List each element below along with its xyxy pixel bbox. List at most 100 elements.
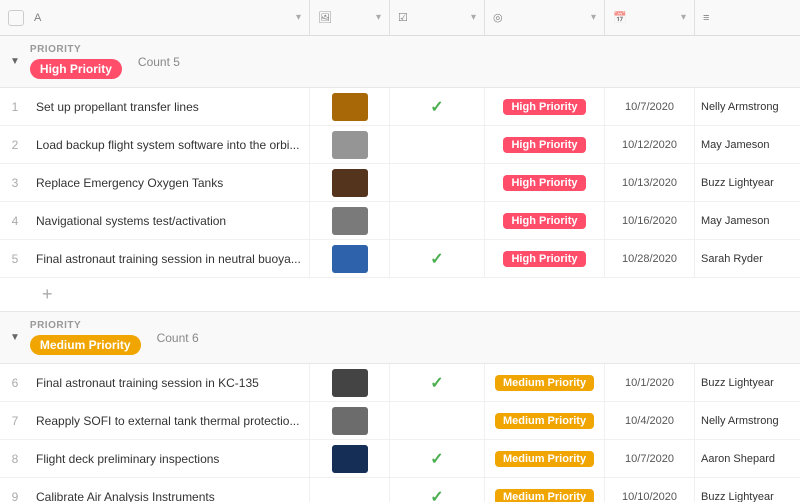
row-deadline: 10/12/2020 (605, 126, 695, 163)
row-priority: Medium Priority (485, 440, 605, 477)
header-deadline[interactable]: 📅 ▾ (605, 0, 695, 35)
row-number: 8 (0, 452, 30, 466)
group-title-area-high: PRIORITY High Priority (30, 44, 122, 79)
header-contact[interactable]: ≡ ▾ (695, 0, 800, 35)
row-priority-badge: High Priority (503, 175, 585, 191)
row-deadline: 10/16/2020 (605, 202, 695, 239)
row-photo (332, 407, 368, 435)
row-priority-badge: High Priority (503, 99, 585, 115)
row-number: 3 (0, 176, 30, 190)
complete-check: ✓ (430, 249, 443, 269)
complete-col-arrow: ▾ (471, 12, 476, 23)
row-number: 6 (0, 376, 30, 390)
row-deadline: 10/13/2020 (605, 164, 695, 201)
row-photo (332, 207, 368, 235)
row-contact: Sarah Ryder (695, 240, 800, 277)
row-deadline: 10/7/2020 (605, 440, 695, 477)
table-row[interactable]: 2 Load backup flight system software int… (0, 126, 800, 164)
table-header: A ▾ 🖼 ▾ ☑ ▾ ◎ ▾ 📅 ▾ ≡ ▾ (0, 0, 800, 36)
row-contact: Aaron Shepard (695, 440, 800, 477)
row-complete: ✓ (390, 364, 485, 401)
group-chevron-high[interactable]: ▼ (10, 56, 20, 67)
table-body: ▼ PRIORITY High Priority Count 5 1 Set u… (0, 36, 800, 502)
row-photos (310, 240, 390, 277)
row-priority: High Priority (485, 202, 605, 239)
add-row-high[interactable]: + (0, 278, 800, 311)
group-priority-label-high: PRIORITY (30, 44, 122, 55)
header-priority[interactable]: ◎ ▾ (485, 0, 605, 35)
row-complete (390, 202, 485, 239)
row-complete (390, 164, 485, 201)
row-photos (310, 88, 390, 125)
table-row[interactable]: 5 Final astronaut training session in ne… (0, 240, 800, 278)
contact-col-icon: ≡ (703, 12, 709, 24)
row-priority: High Priority (485, 164, 605, 201)
row-task: Replace Emergency Oxygen Tanks (30, 164, 310, 201)
group-chevron-medium[interactable]: ▼ (10, 332, 20, 343)
group-high: ▼ PRIORITY High Priority Count 5 1 Set u… (0, 36, 800, 312)
row-priority: Medium Priority (485, 364, 605, 401)
row-complete (390, 126, 485, 163)
table-row[interactable]: 6 Final astronaut training session in KC… (0, 364, 800, 402)
row-complete: ✓ (390, 88, 485, 125)
table-row[interactable]: 7 Reapply SOFI to external tank thermal … (0, 402, 800, 440)
complete-check: ✓ (430, 449, 443, 469)
row-photos (310, 202, 390, 239)
row-contact: Buzz Lightyear (695, 364, 800, 401)
complete-check: ✓ (430, 487, 443, 502)
table-row[interactable]: 3 Replace Emergency Oxygen Tanks High Pr… (0, 164, 800, 202)
photos-col-icon: 🖼 (318, 11, 332, 24)
row-task: Set up propellant transfer lines (30, 88, 310, 125)
app-container: A ▾ 🖼 ▾ ☑ ▾ ◎ ▾ 📅 ▾ ≡ ▾ (0, 0, 800, 502)
row-contact: Nelly Armstrong (695, 402, 800, 439)
group-badge-medium[interactable]: Medium Priority (30, 335, 141, 355)
row-deadline: 10/10/2020 (605, 478, 695, 502)
row-priority-badge: Medium Priority (495, 451, 594, 467)
row-priority-badge: Medium Priority (495, 375, 594, 391)
table-row[interactable]: 9 Calibrate Air Analysis Instruments ✓ M… (0, 478, 800, 502)
row-number: 4 (0, 214, 30, 228)
header-task[interactable]: A ▾ (0, 0, 310, 35)
group-count-medium: Count 6 (157, 331, 199, 345)
header-photos[interactable]: 🖼 ▾ (310, 0, 390, 35)
row-photo (332, 245, 368, 273)
row-priority: Medium Priority (485, 478, 605, 502)
row-contact: Buzz Lightyear (695, 478, 800, 502)
group-count-high: Count 5 (138, 55, 180, 69)
row-photos (310, 402, 390, 439)
row-priority-badge: Medium Priority (495, 489, 594, 502)
select-all-checkbox[interactable] (8, 10, 24, 26)
row-deadline: 10/4/2020 (605, 402, 695, 439)
row-photo (332, 93, 368, 121)
row-photo (332, 369, 368, 397)
row-number: 7 (0, 414, 30, 428)
row-photo (332, 445, 368, 473)
row-priority-badge: High Priority (503, 213, 585, 229)
row-number: 9 (0, 490, 30, 502)
photos-col-arrow: ▾ (376, 12, 381, 23)
row-task: Final astronaut training session in KC-1… (30, 364, 310, 401)
row-deadline: 10/28/2020 (605, 240, 695, 277)
row-photo (332, 169, 368, 197)
table-row[interactable]: 8 Flight deck preliminary inspections ✓ … (0, 440, 800, 478)
task-col-icon: A (34, 12, 41, 24)
table-row[interactable]: 1 Set up propellant transfer lines ✓ Hig… (0, 88, 800, 126)
complete-check: ✓ (430, 97, 443, 117)
row-number: 1 (0, 100, 30, 114)
row-contact: Nelly Armstrong (695, 88, 800, 125)
row-priority: High Priority (485, 126, 605, 163)
table-row[interactable]: 4 Navigational systems test/activation H… (0, 202, 800, 240)
group-badge-high[interactable]: High Priority (30, 59, 122, 79)
row-complete: ✓ (390, 478, 485, 502)
row-photos (310, 364, 390, 401)
row-photos (310, 126, 390, 163)
row-complete: ✓ (390, 440, 485, 477)
row-priority: High Priority (485, 88, 605, 125)
row-photos (310, 440, 390, 477)
header-complete[interactable]: ☑ ▾ (390, 0, 485, 35)
row-complete: ✓ (390, 240, 485, 277)
row-photos (310, 478, 390, 502)
row-complete (390, 402, 485, 439)
group-title-area-medium: PRIORITY Medium Priority (30, 320, 141, 355)
row-deadline: 10/1/2020 (605, 364, 695, 401)
